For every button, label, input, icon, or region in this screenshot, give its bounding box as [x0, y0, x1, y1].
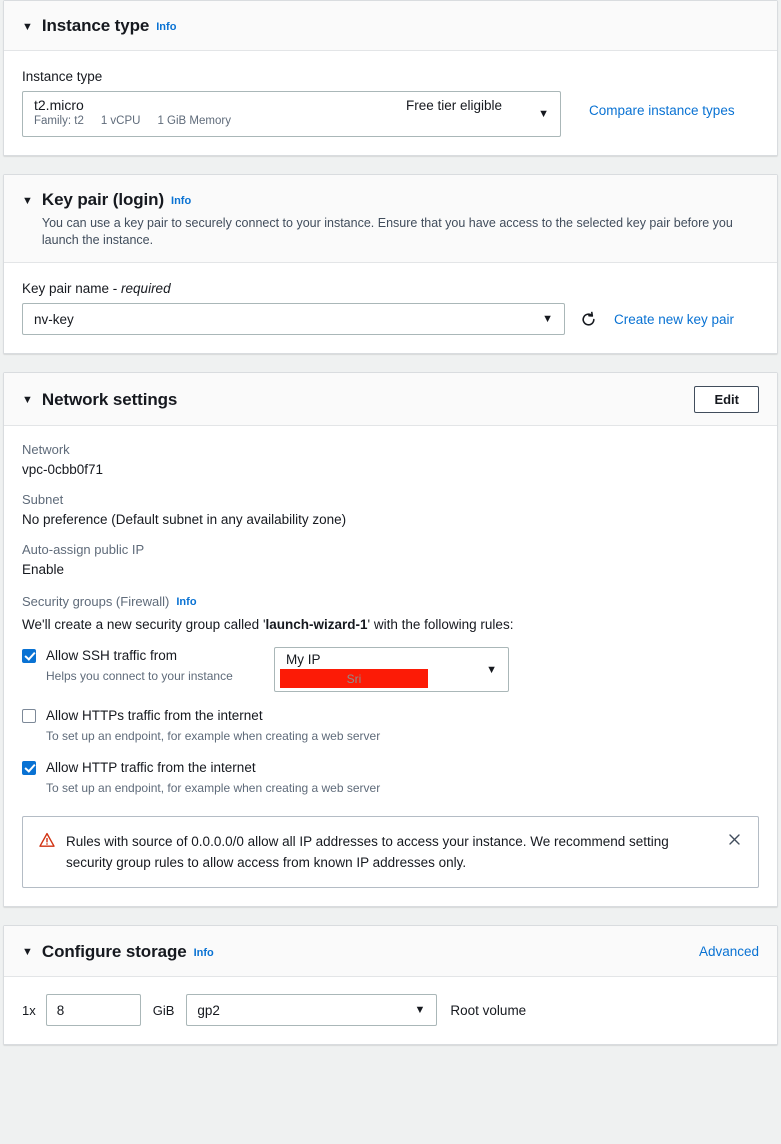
- security-groups-label-text: Security groups (Firewall): [22, 594, 170, 609]
- sg-name: launch-wizard-1: [265, 617, 368, 632]
- security-warning-alert: Rules with source of 0.0.0.0/0 allow all…: [22, 816, 759, 888]
- storage-volume-row: 1x GiB gp2 ▼ Root volume: [22, 994, 759, 1026]
- chevron-down-icon[interactable]: ▼: [486, 664, 497, 676]
- collapse-caret-icon[interactable]: ▼: [22, 191, 33, 211]
- instance-type-body: Instance type t2.micro Free tier eligibl…: [4, 51, 777, 155]
- section-title: Key pair (login): [41, 190, 165, 209]
- subnet-label: Subnet: [22, 492, 64, 507]
- chevron-down-icon[interactable]: ▼: [538, 108, 549, 120]
- network-settings-body: Network vpc-0cbb0f71 Subnet No preferenc…: [4, 426, 777, 906]
- close-icon[interactable]: [727, 832, 742, 852]
- edit-network-settings-button[interactable]: Edit: [694, 386, 759, 413]
- volume-type-select[interactable]: gp2 ▼: [186, 994, 438, 1026]
- key-pair-row: nv-key ▼ Create new key pair: [22, 303, 759, 335]
- alert-message: Rules with source of 0.0.0.0/0 allow all…: [66, 834, 669, 870]
- allow-https-label: Allow HTTPs traffic from the internet: [46, 708, 263, 723]
- ssh-source-value: My IP: [286, 652, 321, 667]
- redaction-text: Sri: [346, 671, 362, 686]
- create-new-key-pair-link[interactable]: Create new key pair: [614, 312, 734, 327]
- info-link[interactable]: Info: [171, 195, 191, 207]
- section-network-settings: ▼ Network settings Edit Network vpc-0cbb…: [3, 372, 778, 907]
- ssh-source-select[interactable]: My IP Sri ▼: [274, 647, 509, 692]
- redaction-overlay: Sri: [280, 669, 428, 688]
- network-label: Network: [22, 442, 70, 457]
- rule-allow-https: Allow HTTPs traffic from the internet To…: [22, 707, 759, 744]
- instance-type-value: t2.micro: [34, 97, 84, 113]
- ec2-launch-instance-form: ▼ Instance type Info Instance type t2.mic…: [0, 0, 781, 1144]
- key-pair-label-text: Key pair name -: [22, 281, 122, 296]
- sg-sentence-pre: We'll create a new security group called…: [22, 617, 266, 632]
- configure-storage-body: 1x GiB gp2 ▼ Root volume: [4, 977, 777, 1044]
- collapse-caret-icon[interactable]: ▼: [22, 17, 33, 37]
- security-group-sentence: We'll create a new security group called…: [22, 617, 759, 632]
- volume-size-input[interactable]: [45, 994, 141, 1026]
- section-title: Configure storage: [41, 942, 187, 961]
- allow-ssh-sublabel: Helps you connect to your instance: [46, 669, 233, 683]
- section-key-pair: ▼ Key pair (login) Info You can use a key…: [3, 174, 778, 354]
- sg-sentence-post: ' with the following rules:: [367, 617, 514, 632]
- compare-instance-types-link[interactable]: Compare instance types: [589, 103, 735, 118]
- allow-http-label: Allow HTTP traffic from the internet: [46, 760, 256, 775]
- refresh-icon: [581, 311, 595, 326]
- instance-type-row: t2.micro Free tier eligible Family: t2 1…: [22, 91, 759, 137]
- rule-allow-http: Allow HTTP traffic from the internet To …: [22, 759, 759, 796]
- security-groups-label: Security groups (Firewall) Info: [22, 594, 759, 609]
- instance-type-meta: Family: t2 1 vCPU 1 GiB Memory: [34, 115, 526, 127]
- volume-count: 1x: [22, 1002, 36, 1018]
- instance-type-header: ▼ Instance type Info: [4, 1, 777, 51]
- allow-ssh-checkbox[interactable]: [22, 649, 36, 663]
- free-tier-badge: Free tier eligible: [405, 98, 502, 113]
- chevron-down-icon[interactable]: ▼: [415, 1004, 426, 1016]
- section-title: Network settings: [41, 390, 178, 409]
- info-link[interactable]: Info: [194, 947, 214, 959]
- allow-ssh-label: Allow SSH traffic from: [46, 648, 178, 663]
- instance-type-select[interactable]: t2.micro Free tier eligible Family: t2 1…: [22, 91, 561, 137]
- section-configure-storage: ▼ Configure storage Info Advanced 1x GiB …: [3, 925, 778, 1045]
- network-settings-header: ▼ Network settings Edit: [4, 373, 777, 426]
- allow-https-sublabel: To set up an endpoint, for example when …: [46, 729, 381, 743]
- auto-assign-ip-label: Auto-assign public IP: [22, 542, 145, 557]
- network-value: vpc-0cbb0f71: [22, 462, 104, 477]
- key-pair-value: nv-key: [34, 311, 74, 327]
- volume-size-unit: GiB: [152, 1002, 175, 1018]
- instance-vcpu: 1 vCPU: [100, 115, 141, 127]
- instance-type-label: Instance type: [22, 69, 103, 84]
- collapse-caret-icon[interactable]: ▼: [22, 942, 33, 962]
- key-pair-name-label: Key pair name - required: [22, 281, 759, 296]
- configure-storage-header: ▼ Configure storage Info Advanced: [4, 926, 777, 977]
- advanced-storage-link[interactable]: Advanced: [699, 944, 759, 959]
- allow-http-checkbox[interactable]: [22, 761, 36, 775]
- rule-allow-ssh: Allow SSH traffic from Helps you connect…: [22, 647, 759, 692]
- info-link[interactable]: Info: [156, 21, 176, 33]
- section-title: Instance type: [41, 16, 150, 35]
- key-pair-header: ▼ Key pair (login) Info You can use a key…: [4, 175, 777, 263]
- refresh-key-pairs-button[interactable]: [573, 304, 603, 334]
- instance-memory: 1 GiB Memory: [157, 115, 231, 127]
- collapse-caret-icon[interactable]: ▼: [22, 390, 33, 410]
- volume-type-value: gp2: [197, 1002, 220, 1018]
- chevron-down-icon[interactable]: ▼: [542, 313, 553, 325]
- instance-family: Family: t2: [34, 115, 84, 127]
- root-volume-label: Root volume: [450, 1002, 527, 1018]
- key-pair-select[interactable]: nv-key ▼: [22, 303, 565, 335]
- section-instance-type: ▼ Instance type Info Instance type t2.mic…: [3, 0, 778, 156]
- allow-http-sublabel: To set up an endpoint, for example when …: [46, 781, 381, 795]
- key-pair-description: You can use a key pair to securely conne…: [41, 216, 733, 247]
- key-pair-body: Key pair name - required nv-key ▼ Create…: [4, 263, 777, 353]
- info-link[interactable]: Info: [176, 596, 196, 608]
- warning-triangle-icon: [39, 832, 55, 853]
- allow-https-checkbox[interactable]: [22, 709, 36, 723]
- auto-assign-ip-value: Enable: [22, 562, 65, 577]
- key-pair-required-text: required: [121, 281, 171, 296]
- subnet-value: No preference (Default subnet in any ava…: [22, 512, 347, 527]
